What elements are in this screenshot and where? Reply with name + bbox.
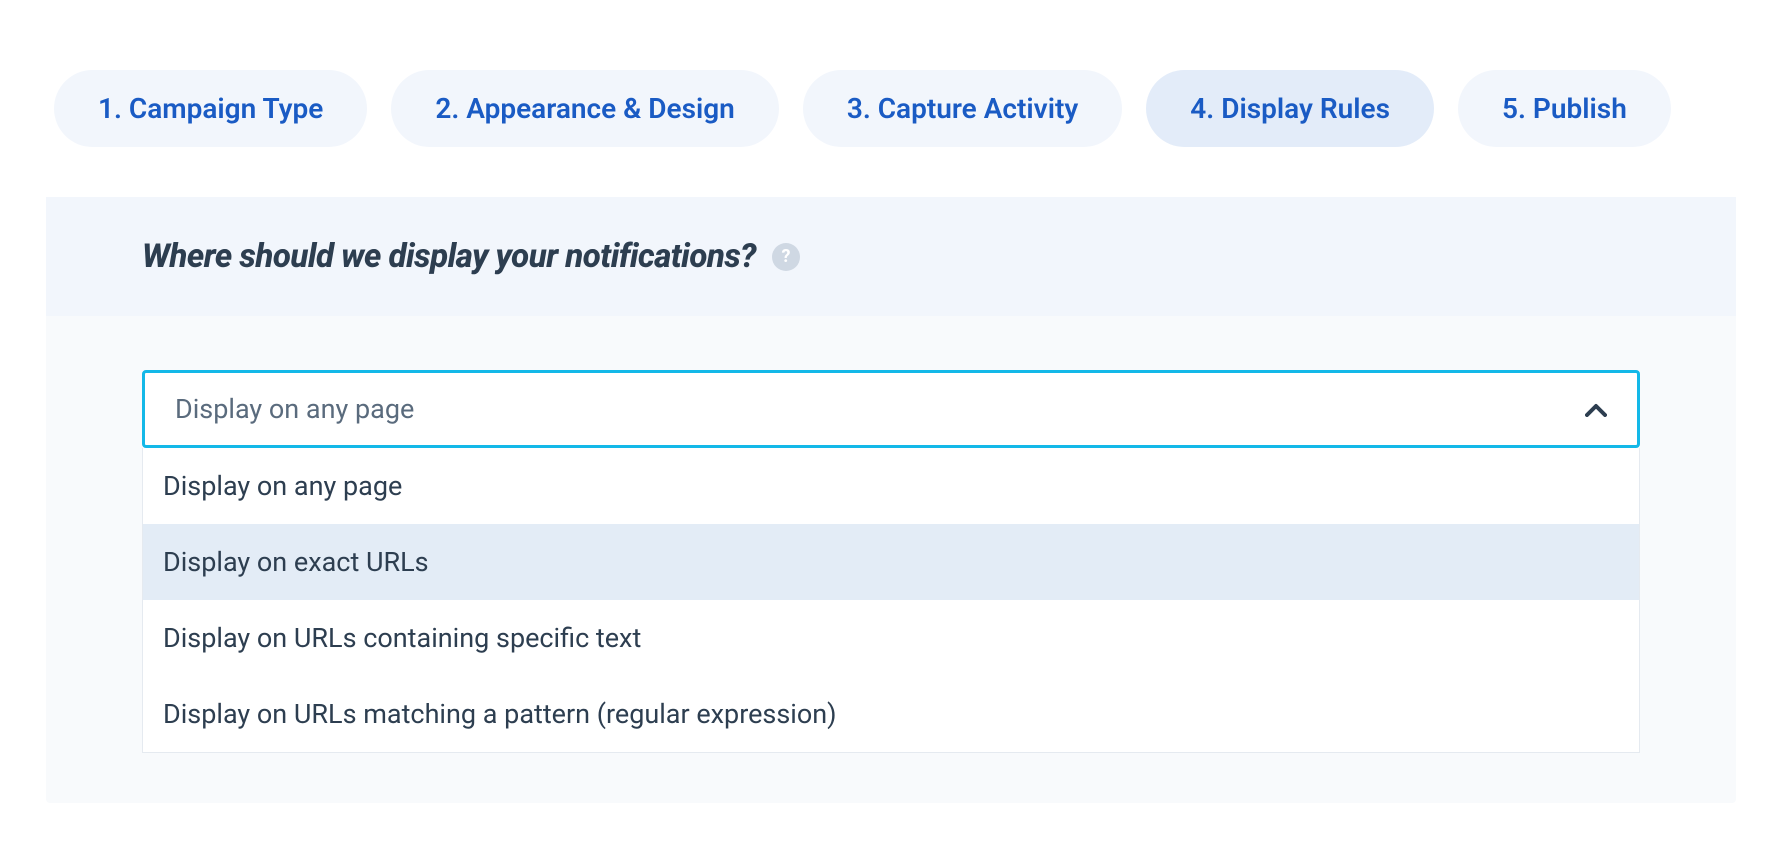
option-urls-containing-text[interactable]: Display on URLs containing specific text	[143, 600, 1639, 676]
help-icon[interactable]: ?	[772, 243, 800, 271]
panel-title: Where should we display your notificatio…	[142, 237, 756, 276]
step-appearance-design[interactable]: 2. Appearance & Design	[391, 70, 778, 147]
display-rule-select[interactable]: Display on any page	[142, 370, 1640, 448]
panel-header: Where should we display your notificatio…	[46, 197, 1736, 316]
steps-nav: 1. Campaign Type 2. Appearance & Design …	[40, 70, 1742, 147]
display-rule-select-wrapper: Display on any page	[46, 316, 1736, 448]
option-any-page[interactable]: Display on any page	[143, 448, 1639, 524]
display-rule-dropdown: Display on any page Display on exact URL…	[142, 448, 1640, 753]
select-value: Display on any page	[175, 393, 414, 425]
step-campaign-type[interactable]: 1. Campaign Type	[54, 70, 367, 147]
chevron-up-icon	[1585, 395, 1607, 423]
option-exact-urls[interactable]: Display on exact URLs	[143, 524, 1639, 600]
option-urls-matching-pattern[interactable]: Display on URLs matching a pattern (regu…	[143, 676, 1639, 752]
step-publish[interactable]: 5. Publish	[1458, 70, 1671, 147]
display-rules-panel: Where should we display your notificatio…	[46, 197, 1736, 803]
step-capture-activity[interactable]: 3. Capture Activity	[803, 70, 1122, 147]
step-display-rules[interactable]: 4. Display Rules	[1146, 70, 1434, 147]
